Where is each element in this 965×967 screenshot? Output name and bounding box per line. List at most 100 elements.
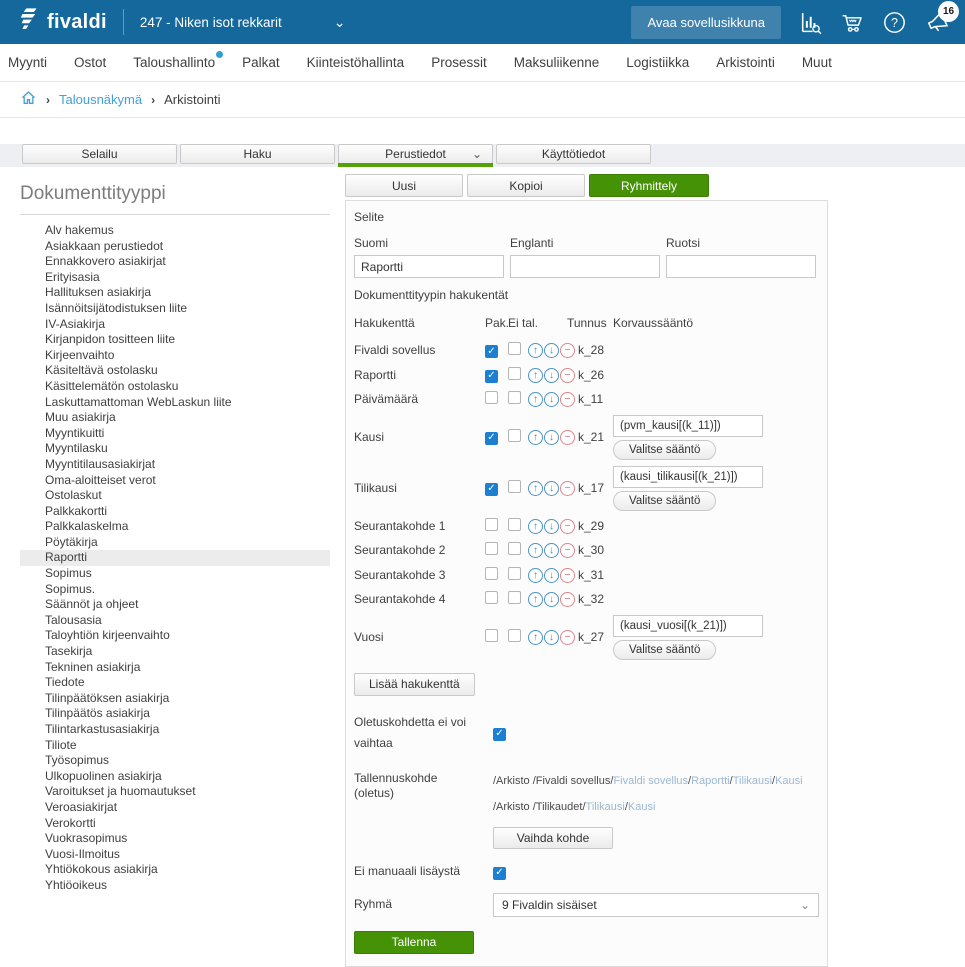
not-stored-checkbox[interactable] <box>508 591 521 605</box>
doc-type-item-myyntikuitti[interactable]: Myyntikuitti <box>20 426 330 442</box>
add-search-field-button[interactable]: Lisää hakukenttä <box>354 672 475 696</box>
not-stored-checkbox[interactable] <box>508 366 521 380</box>
doc-type-item-tilinpaatoksen-asiakirja[interactable]: Tilinpäätöksen asiakirja <box>20 691 330 707</box>
storage-path-link[interactable]: Tilikausi <box>733 775 772 787</box>
replacement-rule-input[interactable] <box>613 614 763 637</box>
save-button[interactable]: Tallenna <box>354 930 474 954</box>
doc-type-item-yhtiokokous-asiakirja[interactable]: Yhtiökokous asiakirja <box>20 862 330 878</box>
doc-type-item-myyntitilausasiakirjat[interactable]: Myyntitilausasiakirjat <box>20 457 330 473</box>
not-stored-checkbox[interactable] <box>508 342 521 356</box>
doc-type-item-laskuttamattoman-weblaskun-liite[interactable]: Laskuttamattoman WebLaskun liite <box>20 395 330 411</box>
default-target-locked-checkbox[interactable] <box>493 727 506 741</box>
mandatory-checkbox[interactable] <box>485 566 498 580</box>
help-icon[interactable]: ? <box>882 10 907 35</box>
move-up-icon[interactable]: ↑ <box>528 430 543 445</box>
move-up-icon[interactable]: ↑ <box>528 392 543 408</box>
home-icon[interactable] <box>20 90 37 109</box>
move-down-icon[interactable]: ↓ <box>544 481 559 496</box>
english-name-input[interactable] <box>510 255 660 278</box>
nav-item-kiinteistohallinta[interactable]: Kiinteistöhallinta <box>307 55 405 70</box>
doc-type-item-tilinpaatos-asiakirja[interactable]: Tilinpäätös asiakirja <box>20 706 330 722</box>
storage-path-link[interactable]: Fivaldi sovellus <box>613 775 688 787</box>
not-stored-checkbox[interactable] <box>508 429 521 442</box>
doc-type-item-isannoitsijatodistuksen-liite[interactable]: Isännöitsijätodistuksen liite <box>20 301 330 317</box>
doc-type-item-vuosi-ilmoitus[interactable]: Vuosi-Ilmoitus <box>20 847 330 863</box>
breadcrumb-link-talousnakyma[interactable]: Talousnäkymä <box>59 92 142 107</box>
move-up-icon[interactable]: ↑ <box>528 567 543 583</box>
tab-kayttotiedot[interactable]: Käyttötiedot <box>496 144 651 164</box>
move-down-icon[interactable]: ↓ <box>544 630 559 645</box>
remove-icon[interactable]: − <box>560 430 575 445</box>
move-up-icon[interactable]: ↑ <box>528 630 543 645</box>
nav-item-maksuliikenne[interactable]: Maksuliikenne <box>514 55 600 70</box>
change-target-button[interactable]: Vaihda kohde <box>493 827 613 850</box>
not-stored-checkbox[interactable] <box>508 566 521 580</box>
mandatory-checkbox[interactable] <box>485 369 498 383</box>
nav-item-myynti[interactable]: Myynti <box>8 55 47 70</box>
move-down-icon[interactable]: ↓ <box>544 567 559 583</box>
not-stored-checkbox[interactable] <box>508 542 521 556</box>
grouping-button[interactable]: Ryhmittely <box>589 174 709 197</box>
doc-type-item-tiliote[interactable]: Tiliote <box>20 738 330 754</box>
remove-icon[interactable]: − <box>560 567 575 583</box>
copy-button[interactable]: Kopioi <box>467 174 585 197</box>
not-stored-checkbox[interactable] <box>508 629 521 642</box>
nav-item-muut[interactable]: Muut <box>802 55 832 70</box>
move-down-icon[interactable]: ↓ <box>544 367 559 383</box>
remove-icon[interactable]: − <box>560 630 575 645</box>
doc-type-item-verokortti[interactable]: Verokortti <box>20 816 330 832</box>
doc-type-item-tasekirja[interactable]: Tasekirja <box>20 644 330 660</box>
tab-haku[interactable]: Haku <box>180 144 335 164</box>
storage-path-link[interactable]: Kausi <box>775 775 803 787</box>
move-up-icon[interactable]: ↑ <box>528 592 543 608</box>
swedish-name-input[interactable] <box>666 255 816 278</box>
storage-path-link[interactable]: Kausi <box>628 801 656 813</box>
new-button[interactable]: Uusi <box>345 174 463 197</box>
doc-type-item-taloyhtion-kirjeenvaihto[interactable]: Taloyhtiön kirjeenvaihto <box>20 628 330 644</box>
nav-item-prosessit[interactable]: Prosessit <box>431 55 487 70</box>
doc-type-item-raportti[interactable]: Raportti <box>20 550 330 567</box>
doc-type-item-tekninen-asiakirja[interactable]: Tekninen asiakirja <box>20 660 330 676</box>
move-up-icon[interactable]: ↑ <box>528 543 543 559</box>
stats-search-icon[interactable] <box>798 10 823 35</box>
finnish-name-input[interactable] <box>354 255 504 278</box>
remove-icon[interactable]: − <box>560 343 575 359</box>
doc-type-item-varoitukset-ja-huomautukset[interactable]: Varoitukset ja huomautukset <box>20 784 330 800</box>
nav-item-arkistointi[interactable]: Arkistointi <box>716 55 775 70</box>
move-up-icon[interactable]: ↑ <box>528 518 543 534</box>
doc-type-item-myyntilasku[interactable]: Myyntilasku <box>20 441 330 457</box>
move-down-icon[interactable]: ↓ <box>544 343 559 359</box>
doc-type-item-saannot-ja-ohjeet[interactable]: Säännöt ja ohjeet <box>20 597 330 613</box>
doc-type-item-kasiteltava-ostolasku[interactable]: Käsiteltävä ostolasku <box>20 363 330 379</box>
move-up-icon[interactable]: ↑ <box>528 343 543 359</box>
nav-item-palkat[interactable]: Palkat <box>242 55 280 70</box>
doc-type-item-ostolaskut[interactable]: Ostolaskut <box>20 488 330 504</box>
move-down-icon[interactable]: ↓ <box>544 430 559 445</box>
open-app-window-button[interactable]: Avaa sovellusikkuna <box>631 5 781 39</box>
move-up-icon[interactable]: ↑ <box>528 367 543 383</box>
company-selector[interactable]: 247 - Niken isot rekkarit <box>140 15 282 30</box>
move-down-icon[interactable]: ↓ <box>544 518 559 534</box>
doc-type-item-oma-aloitteiset-verot[interactable]: Oma-aloitteiset verot <box>20 473 330 489</box>
cart-icon[interactable] <box>840 10 865 35</box>
doc-type-item-erityisasia[interactable]: Erityisasia <box>20 270 330 286</box>
mandatory-checkbox[interactable] <box>485 482 498 496</box>
doc-type-item-alv-hakemus[interactable]: Alv hakemus <box>20 223 330 239</box>
doc-type-item-muu-asiakirja[interactable]: Muu asiakirja <box>20 410 330 426</box>
not-stored-checkbox[interactable] <box>508 391 521 405</box>
doc-type-item-ennakkovero-asiakirjat[interactable]: Ennakkovero asiakirjat <box>20 254 330 270</box>
doc-type-item-asiakkaan-perustiedot[interactable]: Asiakkaan perustiedot <box>20 239 330 255</box>
storage-path-link[interactable]: Tilikausi <box>586 801 625 813</box>
tab-perustiedot[interactable]: Perustiedot ⌄ <box>338 144 493 167</box>
doc-type-item-ulkopuolinen-asiakirja[interactable]: Ulkopuolinen asiakirja <box>20 769 330 785</box>
remove-icon[interactable]: − <box>560 392 575 408</box>
doc-type-item-talousasia[interactable]: Talousasia <box>20 613 330 629</box>
not-stored-checkbox[interactable] <box>508 517 521 531</box>
chevron-down-icon[interactable]: ⌄ <box>334 15 346 29</box>
doc-type-item-poytakirja[interactable]: Pöytäkirja <box>20 535 330 551</box>
remove-icon[interactable]: − <box>560 367 575 383</box>
mandatory-checkbox[interactable] <box>485 591 498 605</box>
replacement-rule-input[interactable] <box>613 465 763 488</box>
mandatory-checkbox[interactable] <box>485 345 498 358</box>
announcements-icon[interactable]: 16 <box>924 0 959 35</box>
